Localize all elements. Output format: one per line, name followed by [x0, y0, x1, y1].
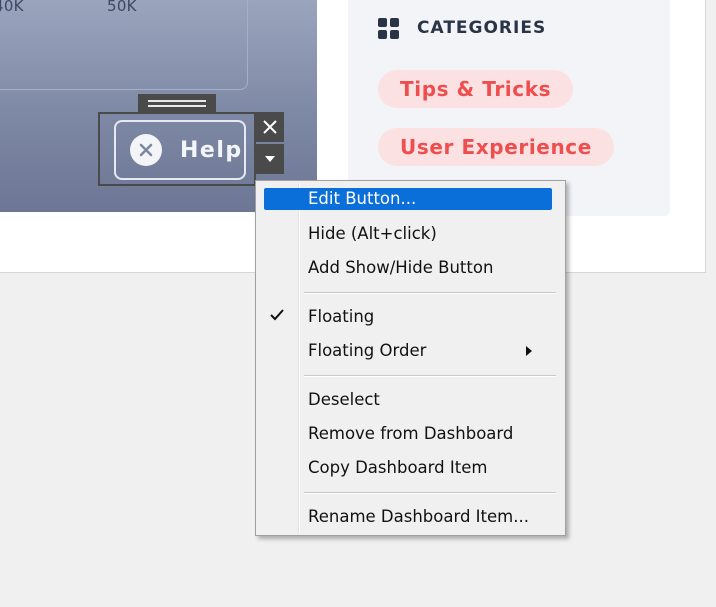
more-options-button[interactable] [256, 144, 284, 174]
help-button-label: Help [180, 137, 243, 163]
close-circle-icon [130, 134, 162, 166]
menu-item-floating[interactable]: Floating [264, 304, 552, 330]
menu-item-edit-button[interactable]: Edit Button... [264, 188, 552, 210]
help-button[interactable]: Help [114, 120, 246, 180]
menu-separator [304, 292, 556, 293]
close-icon [263, 120, 277, 134]
categories-header: CATEGORIES [378, 17, 547, 39]
menu-separator [304, 375, 556, 376]
categories-title: CATEGORIES [417, 18, 547, 38]
caret-down-icon [265, 156, 275, 162]
menu-item-remove-from-dashboard[interactable]: Remove from Dashboard [264, 421, 552, 447]
remove-item-button[interactable] [256, 112, 284, 142]
menu-item-hide[interactable]: Hide (Alt+click) [264, 221, 552, 247]
grid-icon [378, 17, 399, 39]
axis-tick-label: 40K [0, 0, 24, 15]
submenu-arrow-icon [526, 346, 532, 356]
menu-item-add-show-hide-button[interactable]: Add Show/Hide Button [264, 255, 552, 281]
move-handle[interactable] [138, 94, 216, 112]
menu-separator [304, 492, 556, 493]
menu-item-rename-dashboard-item[interactable]: Rename Dashboard Item... [264, 504, 552, 530]
menu-item-deselect[interactable]: Deselect [264, 387, 552, 413]
menu-item-floating-order[interactable]: Floating Order [264, 338, 552, 364]
category-tag[interactable]: User Experience [378, 128, 614, 166]
axis-tick-label: 50K [107, 0, 137, 15]
menu-item-copy-dashboard-item[interactable]: Copy Dashboard Item [264, 455, 552, 481]
context-menu: Edit Button... Hide (Alt+click) Add Show… [255, 180, 566, 536]
category-tag[interactable]: Tips & Tricks [378, 70, 574, 108]
checkmark-icon [269, 304, 285, 330]
